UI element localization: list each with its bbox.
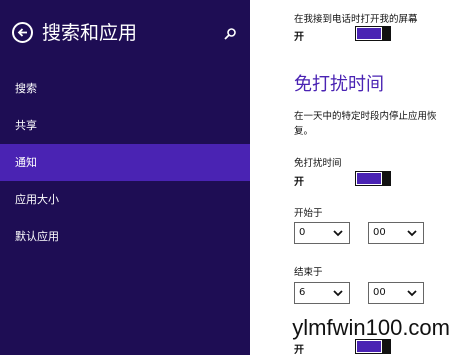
chevron-down-icon <box>333 290 343 297</box>
start-hour-select[interactable]: 0 <box>294 222 350 244</box>
quiet-hours-state: 开 <box>294 177 304 188</box>
search-icon <box>224 28 236 40</box>
end-minute-select[interactable]: 00 <box>368 282 424 304</box>
settings-window: 搜索和应用 搜索 共享 通知 应用大小 默认应用 在我接到电话时打开我的屏幕 开… <box>0 0 458 355</box>
back-arrow-icon <box>17 28 27 37</box>
nav-list: 搜索 共享 通知 应用大小 默认应用 <box>0 70 250 255</box>
chevron-down-icon <box>407 290 417 297</box>
toggle-thumb <box>382 171 391 186</box>
chevron-down-icon <box>407 230 417 237</box>
lockscreen-setting-label: 在我接到电话时打开我的屏幕 <box>294 14 418 25</box>
watermark: ylmfwin100.com <box>292 315 450 340</box>
quiet-hours-description: 在一天中的特定时段内停止应用恢复。 <box>294 111 437 137</box>
quiet-hours-toggle[interactable] <box>355 171 391 186</box>
quiet-hours-toggle-label: 免打扰时间 <box>294 158 342 169</box>
nav-item-app-sizes[interactable]: 应用大小 <box>0 181 250 218</box>
nav-item-share[interactable]: 共享 <box>0 107 250 144</box>
toggle-fill <box>357 341 381 352</box>
end-minute-value: 00 <box>373 287 386 298</box>
search-button[interactable] <box>222 26 238 42</box>
nav-pane: 搜索和应用 搜索 共享 通知 应用大小 默认应用 <box>0 0 250 355</box>
lockscreen-setting-toggle[interactable] <box>355 26 391 41</box>
chevron-down-icon <box>333 230 343 237</box>
content-pane: 在我接到电话时打开我的屏幕 开 免打扰时间 在一天中的特定时段内停止应用恢复。 … <box>250 0 458 355</box>
back-button[interactable] <box>12 22 33 43</box>
toggle-fill <box>357 173 381 184</box>
calls-toggle[interactable] <box>355 339 391 354</box>
end-time-label: 结束于 <box>294 267 323 278</box>
nav-item-search[interactable]: 搜索 <box>0 70 250 107</box>
calls-state: 开 <box>294 345 304 355</box>
toggle-fill <box>357 28 381 39</box>
toggle-thumb <box>382 339 391 354</box>
nav-item-notifications[interactable]: 通知 <box>0 144 250 181</box>
start-minute-select[interactable]: 00 <box>368 222 424 244</box>
end-hour-value: 6 <box>299 287 306 298</box>
end-hour-select[interactable]: 6 <box>294 282 350 304</box>
start-minute-value: 00 <box>373 227 386 238</box>
lockscreen-setting-state: 开 <box>294 32 304 43</box>
nav-item-default-apps[interactable]: 默认应用 <box>0 218 250 255</box>
start-hour-value: 0 <box>299 227 306 238</box>
page-title: 搜索和应用 <box>42 22 138 44</box>
start-time-label: 开始于 <box>294 208 323 219</box>
quiet-hours-heading: 免打扰时间 <box>294 74 384 95</box>
toggle-thumb <box>382 26 391 41</box>
